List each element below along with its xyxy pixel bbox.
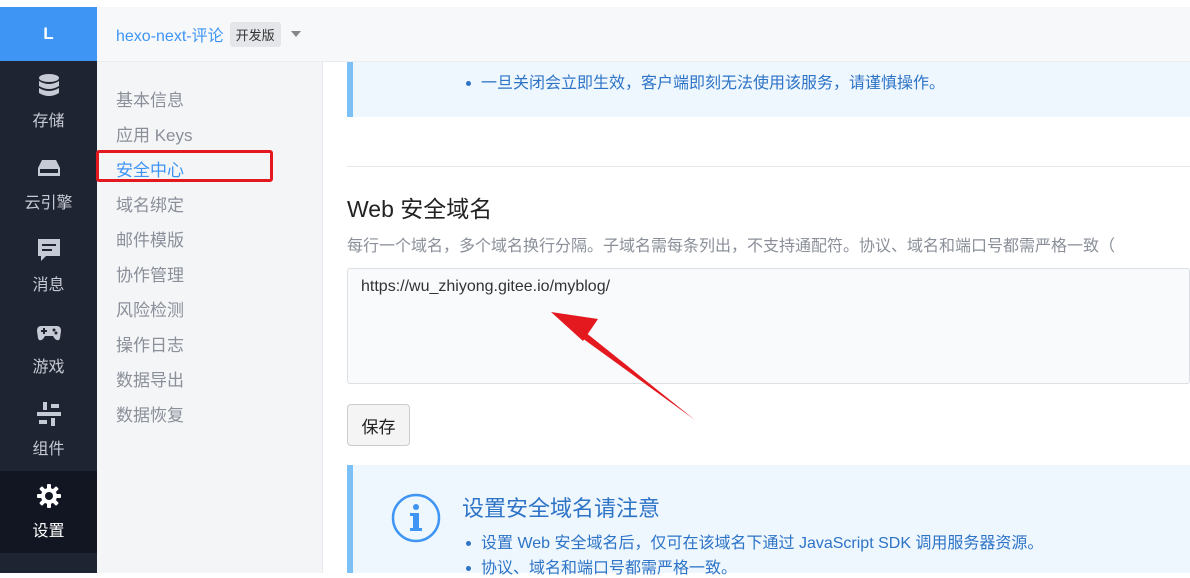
notice-warning: 一旦关闭会立即生效，客户端即刻无法使用该服务，请谨慎操作。 <box>347 62 1190 117</box>
components-icon <box>36 402 61 426</box>
nav-item-cloud-engine[interactable]: 云引擎 <box>0 143 97 225</box>
notice-item: 一旦关闭会立即生效，客户端即刻无法使用该服务，请谨慎操作。 <box>466 69 945 93</box>
app-logo[interactable]: L <box>0 7 97 61</box>
section-title: Web 安全域名 <box>347 196 493 222</box>
sidebar-item-collaboration[interactable]: 协作管理 <box>116 261 184 286</box>
sidebar-item-risk-detection[interactable]: 风险检测 <box>116 296 184 321</box>
web-domain-textarea[interactable] <box>347 268 1190 384</box>
section-divider <box>347 166 1190 167</box>
main-nav: L 存储 云引擎 消息 游戏 组件 设置 <box>0 7 97 573</box>
bullet-icon <box>466 81 471 87</box>
sidebar-item-basic-info[interactable]: 基本信息 <box>116 86 184 111</box>
notice-item-text: 一旦关闭会立即生效，客户端即刻无法使用该服务，请谨慎操作。 <box>481 75 946 92</box>
annotation-highlight-box <box>96 150 273 182</box>
info-icon <box>391 493 441 543</box>
nav-item-label: 消息 <box>32 277 65 294</box>
nav-item-label: 游戏 <box>32 359 65 376</box>
nav-item-label: 存储 <box>32 113 65 130</box>
save-button[interactable]: 保存 <box>347 404 410 446</box>
nav-item-label: 云引擎 <box>24 195 73 212</box>
nav-item-storage[interactable]: 存储 <box>0 61 97 143</box>
bullet-icon <box>466 566 471 572</box>
gear-icon <box>36 484 61 508</box>
nav-item-label: 设置 <box>32 523 65 540</box>
settings-sidebar: 基本信息 应用 Keys 安全中心 域名绑定 邮件模版 协作管理 风险检测 操作… <box>97 62 323 573</box>
nav-item-label: 组件 <box>32 441 65 458</box>
database-icon <box>38 74 59 96</box>
nav-item-messages[interactable]: 消息 <box>0 225 97 307</box>
notice-info: 设置安全域名请注意 设置 Web 安全域名后，仅可在该域名下通过 JavaScr… <box>347 465 1190 577</box>
server-icon <box>37 160 60 176</box>
sidebar-item-data-restore[interactable]: 数据恢复 <box>116 401 184 426</box>
app-name-link[interactable]: hexo-next-评论 <box>116 22 224 46</box>
app-header: hexo-next-评论 开发版 <box>97 7 1190 62</box>
notice-item: 设置 Web 安全域名后，仅可在该域名下通过 JavaScript SDK 调用… <box>466 529 1043 553</box>
notice-item-text: 协议、域名和端口号都需严格一致。 <box>481 560 738 577</box>
sidebar-item-domain-binding[interactable]: 域名绑定 <box>116 191 184 216</box>
env-badge: 开发版 <box>229 21 281 47</box>
sidebar-item-app-keys[interactable]: 应用 Keys <box>116 121 193 146</box>
section-description: 每行一个域名，多个域名换行分隔。子域名需每条列出，不支持通配符。协议、域名和端口… <box>347 238 1116 255</box>
message-icon <box>37 239 60 261</box>
sidebar-item-email-templates[interactable]: 邮件模版 <box>116 226 184 251</box>
top-strip <box>0 0 1190 7</box>
nav-item-settings[interactable]: 设置 <box>0 471 97 553</box>
sidebar-item-data-export[interactable]: 数据导出 <box>116 366 184 391</box>
gamepad-icon <box>36 326 61 341</box>
notice-title: 设置安全域名请注意 <box>462 496 661 521</box>
bullet-icon <box>466 541 471 547</box>
notice-item-text: 设置 Web 安全域名后，仅可在该域名下通过 JavaScript SDK 调用… <box>481 535 1044 552</box>
nav-item-components[interactable]: 组件 <box>0 389 97 471</box>
nav-item-games[interactable]: 游戏 <box>0 307 97 389</box>
chevron-down-icon[interactable] <box>290 31 301 37</box>
notice-item: 协议、域名和端口号都需严格一致。 <box>466 554 737 578</box>
sidebar-item-operation-log[interactable]: 操作日志 <box>116 331 184 356</box>
